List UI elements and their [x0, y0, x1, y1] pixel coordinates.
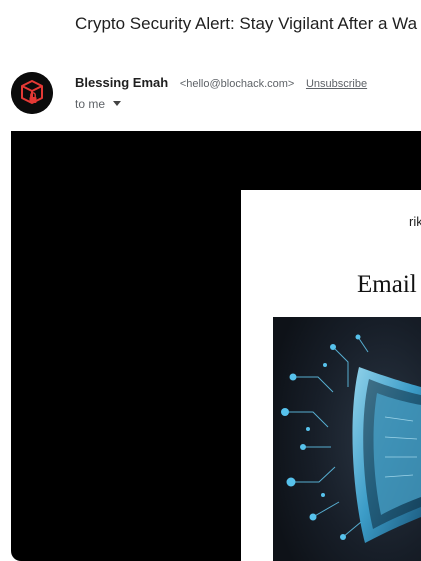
email-subject: Crypto Security Alert: Stay Vigilant Aft… — [75, 14, 418, 33]
email-body: rik Email — [11, 131, 421, 561]
sender-email: <hello@blochack.com> — [179, 78, 295, 90]
crypto-cube-lock-icon — [11, 72, 53, 114]
chevron-down-icon — [113, 101, 122, 107]
sender-avatar[interactable] — [11, 72, 53, 114]
hero-image — [273, 317, 421, 561]
unsubscribe-link[interactable]: Unsubscribe — [306, 78, 367, 90]
recipient-label: to me — [75, 97, 106, 111]
newsletter-card: rik Email — [241, 190, 421, 561]
card-top-text: rik — [409, 214, 421, 229]
sender-info: Blessing Emah <hello@blochack.com> Unsub… — [75, 74, 367, 92]
card-heading: Email — [357, 271, 417, 298]
sender-name[interactable]: Blessing Emah — [75, 75, 168, 90]
cyber-security-shield-illustration — [273, 317, 421, 561]
recipient-details-toggle[interactable]: to me — [75, 95, 122, 113]
